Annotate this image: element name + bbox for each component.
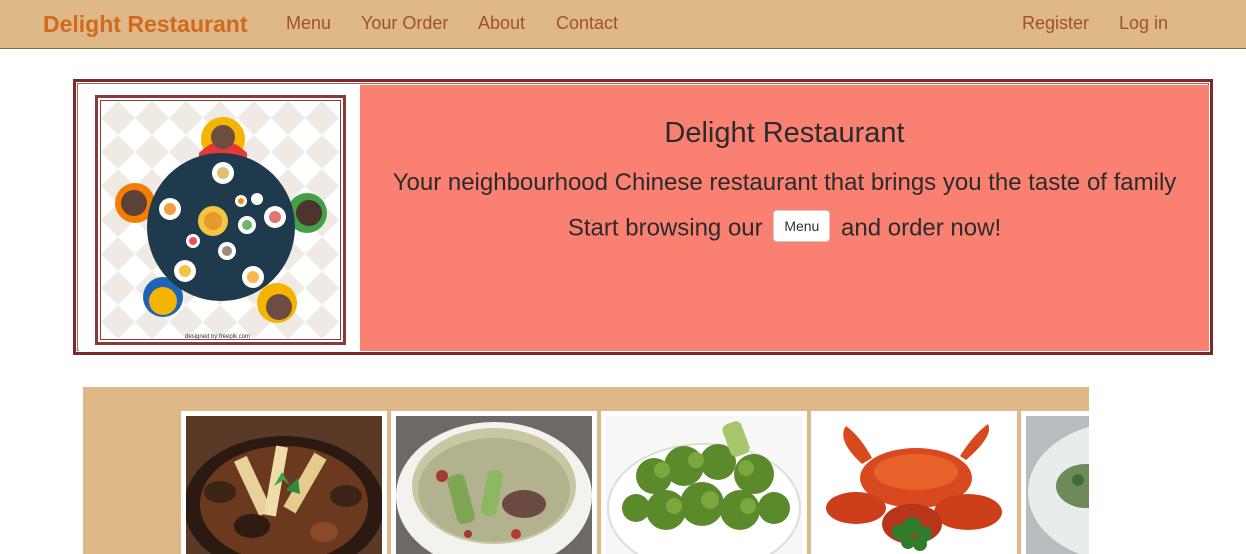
dining-table-illustration: designed by freepik.com xyxy=(101,101,340,340)
hero-image: designed by freepik.com xyxy=(100,100,341,340)
nav-link-about[interactable]: About xyxy=(478,13,525,34)
gallery-item-stir-fried-broccoli[interactable] xyxy=(601,411,807,554)
nav-link-contact[interactable]: Contact xyxy=(556,13,618,34)
gallery-item-plated-dish[interactable] xyxy=(1021,411,1089,554)
nav-link-your-order[interactable]: Your Order xyxy=(361,13,448,34)
hero-panel: Delight Restaurant Your neighbourhood Ch… xyxy=(360,85,1209,351)
gallery-item-claypot-braised-dish[interactable] xyxy=(181,411,387,554)
hero-image-frame: designed by freepik.com xyxy=(95,95,346,345)
nav-link-login[interactable]: Log in xyxy=(1119,13,1168,34)
image-credit: designed by freepik.com xyxy=(185,334,250,340)
dish-gallery xyxy=(83,387,1089,554)
soup-image xyxy=(396,416,592,554)
brand-link[interactable]: Delight Restaurant xyxy=(43,11,247,38)
hero-cta-after: and order now! xyxy=(841,214,1002,242)
plated-dish-image xyxy=(1026,416,1089,554)
gallery-item-chilli-crab[interactable] xyxy=(811,411,1017,554)
hero-image-column: designed by freepik.com xyxy=(79,85,360,351)
hero-subtitle: Your neighbourhood Chinese restaurant th… xyxy=(392,169,1177,196)
menu-button[interactable]: Menu xyxy=(773,210,831,242)
hero-banner: designed by freepik.com Delight Restaura… xyxy=(73,79,1213,355)
navbar: Delight Restaurant Menu Your Order About… xyxy=(0,0,1246,49)
hero-cta: Start browsing our Menu and order now! xyxy=(360,210,1209,245)
hero-cta-before: Start browsing our xyxy=(567,214,763,242)
nav-link-register[interactable]: Register xyxy=(1022,13,1089,34)
gallery-item-winter-melon-soup[interactable] xyxy=(391,411,597,554)
diner-bottom-right xyxy=(257,283,297,323)
crab-image xyxy=(816,416,1012,554)
claypot-dish-image xyxy=(186,416,382,554)
nav-link-menu[interactable]: Menu xyxy=(286,13,331,34)
hero-title: Delight Restaurant xyxy=(664,117,905,149)
broccoli-image xyxy=(606,416,802,554)
